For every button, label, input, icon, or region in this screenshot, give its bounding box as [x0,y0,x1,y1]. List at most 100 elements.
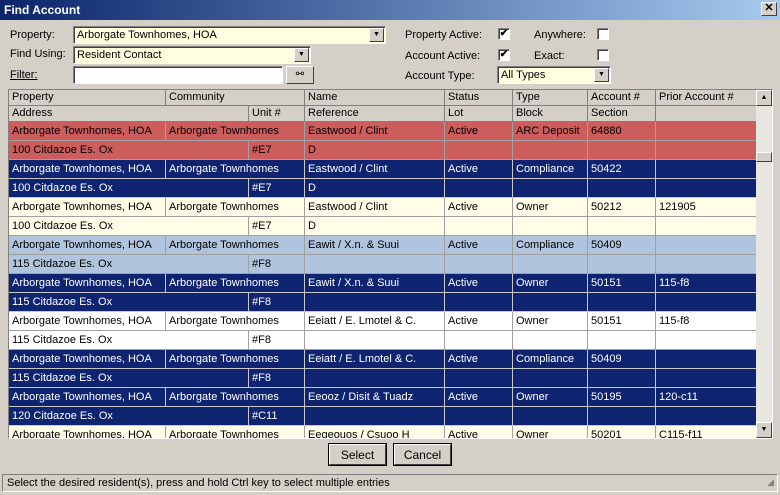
chevron-down-icon[interactable]: ▼ [294,48,309,62]
cell-reference [305,293,445,312]
cell-property: Arborgate Townhomes, HOA [9,274,166,293]
table-row[interactable]: Arborgate Townhomes, HOA Arborgate Townho… [9,350,757,369]
cell-type: Owner [513,426,588,438]
table-row[interactable]: Arborgate Townhomes, HOA Arborgate Townho… [9,274,757,293]
table-row[interactable]: 100 Citdazoe Es. Ox #E7 D [9,179,757,198]
table-row[interactable]: Arborgate Townhomes, HOA Arborgate Townho… [9,160,757,179]
anywhere-label: Anywhere: [534,29,586,41]
cell-community: Arborgate Townhomes [166,312,305,331]
select-button[interactable]: Select [329,444,386,465]
column-header-unit[interactable]: Unit # [249,106,305,122]
cell-type: ARC Deposit [513,122,588,141]
cell-name: Eawit / X.n. & Suui [305,236,445,255]
table-row[interactable]: 115 Citdazoe Es. Ox #F8 [9,255,757,274]
property-active-checkbox[interactable]: ✔ [498,28,510,40]
cell-status: Active [445,122,513,141]
cell-block [513,369,588,388]
cell-community: Arborgate Townhomes [166,160,305,179]
cell-lot [445,369,513,388]
column-header-community[interactable]: Community [166,90,305,106]
cell-type: Owner [513,198,588,217]
account-type-dropdown[interactable]: All Types ▼ [497,66,611,84]
cell-block [513,217,588,236]
window-title-bar[interactable]: Find Account ✕ [0,0,780,20]
cell-blank [656,179,757,198]
table-row[interactable]: 115 Citdazoe Es. Ox #F8 [9,331,757,350]
cell-blank [656,217,757,236]
header-row-top: Property Community Name Status Type Acco… [9,90,757,106]
cell-name: Eastwood / Clint [305,160,445,179]
header-row-bottom: Address Unit # Reference Lot Block Secti… [9,106,757,122]
column-header-block[interactable]: Block [513,106,588,122]
cell-prior [656,122,757,141]
column-header-lot[interactable]: Lot [445,106,513,122]
cell-section [588,217,656,236]
chevron-down-icon[interactable]: ▼ [594,68,609,82]
table-row[interactable]: 100 Citdazoe Es. Ox #E7 D [9,141,757,160]
find-using-value: Resident Contact [77,49,162,61]
table-row[interactable]: Arborgate Townhomes, HOA Arborgate Townho… [9,312,757,331]
column-header-name[interactable]: Name [305,90,445,106]
cell-unit: #E7 [249,217,305,236]
cell-community: Arborgate Townhomes [166,388,305,407]
table-row[interactable]: 115 Citdazoe Es. Ox #F8 [9,293,757,312]
cell-unit: #E7 [249,179,305,198]
cell-property: Arborgate Townhomes, HOA [9,350,166,369]
cancel-button[interactable]: Cancel [394,444,451,465]
table-row[interactable]: 100 Citdazoe Es. Ox #E7 D [9,217,757,236]
column-header-property[interactable]: Property [9,90,166,106]
vertical-scrollbar[interactable]: ▲ ▼ [756,90,772,438]
close-button[interactable]: ✕ [761,2,777,16]
chevron-down-icon[interactable]: ▼ [369,28,384,42]
cell-type: Compliance [513,160,588,179]
cell-section [588,293,656,312]
cell-address: 115 Citdazoe Es. Ox [9,369,249,388]
table-row[interactable]: Arborgate Townhomes, HOA Arborgate Townho… [9,198,757,217]
resize-grip-icon[interactable]: ◢ [767,477,774,488]
column-header-address[interactable]: Address [9,106,249,122]
scroll-thumb[interactable] [756,152,772,162]
cell-address: 115 Citdazoe Es. Ox [9,255,249,274]
cell-type: Owner [513,274,588,293]
cell-lot [445,217,513,236]
column-header-section[interactable]: Section [588,106,656,122]
anywhere-checkbox[interactable] [597,28,609,40]
table-row[interactable]: Arborgate Townhomes, HOA Arborgate Townho… [9,426,757,438]
cell-account: 50409 [588,350,656,369]
column-header-reference[interactable]: Reference [305,106,445,122]
table-row[interactable]: 115 Citdazoe Es. Ox #F8 [9,369,757,388]
cell-blank [656,369,757,388]
scroll-up-button[interactable]: ▲ [756,90,772,106]
column-header-account[interactable]: Account # [588,90,656,106]
cell-account: 50212 [588,198,656,217]
table-row[interactable]: Arborgate Townhomes, HOA Arborgate Townho… [9,236,757,255]
column-header-status[interactable]: Status [445,90,513,106]
cell-name: Eawit / X.n. & Suui [305,274,445,293]
cell-account: 50201 [588,426,656,438]
filter-input[interactable] [73,66,283,84]
column-header-prior-account[interactable]: Prior Account # [656,90,757,106]
results-grid[interactable]: Property Community Name Status Type Acco… [8,89,773,439]
cell-unit: #F8 [249,369,305,388]
column-header-type[interactable]: Type [513,90,588,106]
table-row[interactable]: Arborgate Townhomes, HOA Arborgate Townho… [9,388,757,407]
cell-prior: C115-f11 [656,426,757,438]
cell-status: Active [445,198,513,217]
cell-community: Arborgate Townhomes [166,350,305,369]
property-dropdown[interactable]: Arborgate Townhomes, HOA ▼ [73,26,386,44]
cell-community: Arborgate Townhomes [166,122,305,141]
property-active-label: Property Active: [405,29,483,41]
find-using-dropdown[interactable]: Resident Contact ▼ [73,46,311,64]
search-button[interactable]: ⚯ [286,66,314,84]
table-row[interactable]: Arborgate Townhomes, HOA Arborgate Townho… [9,122,757,141]
cell-name: Eeiatt / E. Lmotel & C. [305,312,445,331]
exact-checkbox[interactable] [597,49,609,61]
scroll-down-button[interactable]: ▼ [756,422,772,438]
account-active-checkbox[interactable]: ✔ [498,49,510,61]
cell-lot [445,293,513,312]
table-row[interactable]: 120 Citdazoe Es. Ox #C11 [9,407,757,426]
cell-section [588,255,656,274]
cell-lot [445,255,513,274]
cell-type: Compliance [513,350,588,369]
cell-block [513,293,588,312]
